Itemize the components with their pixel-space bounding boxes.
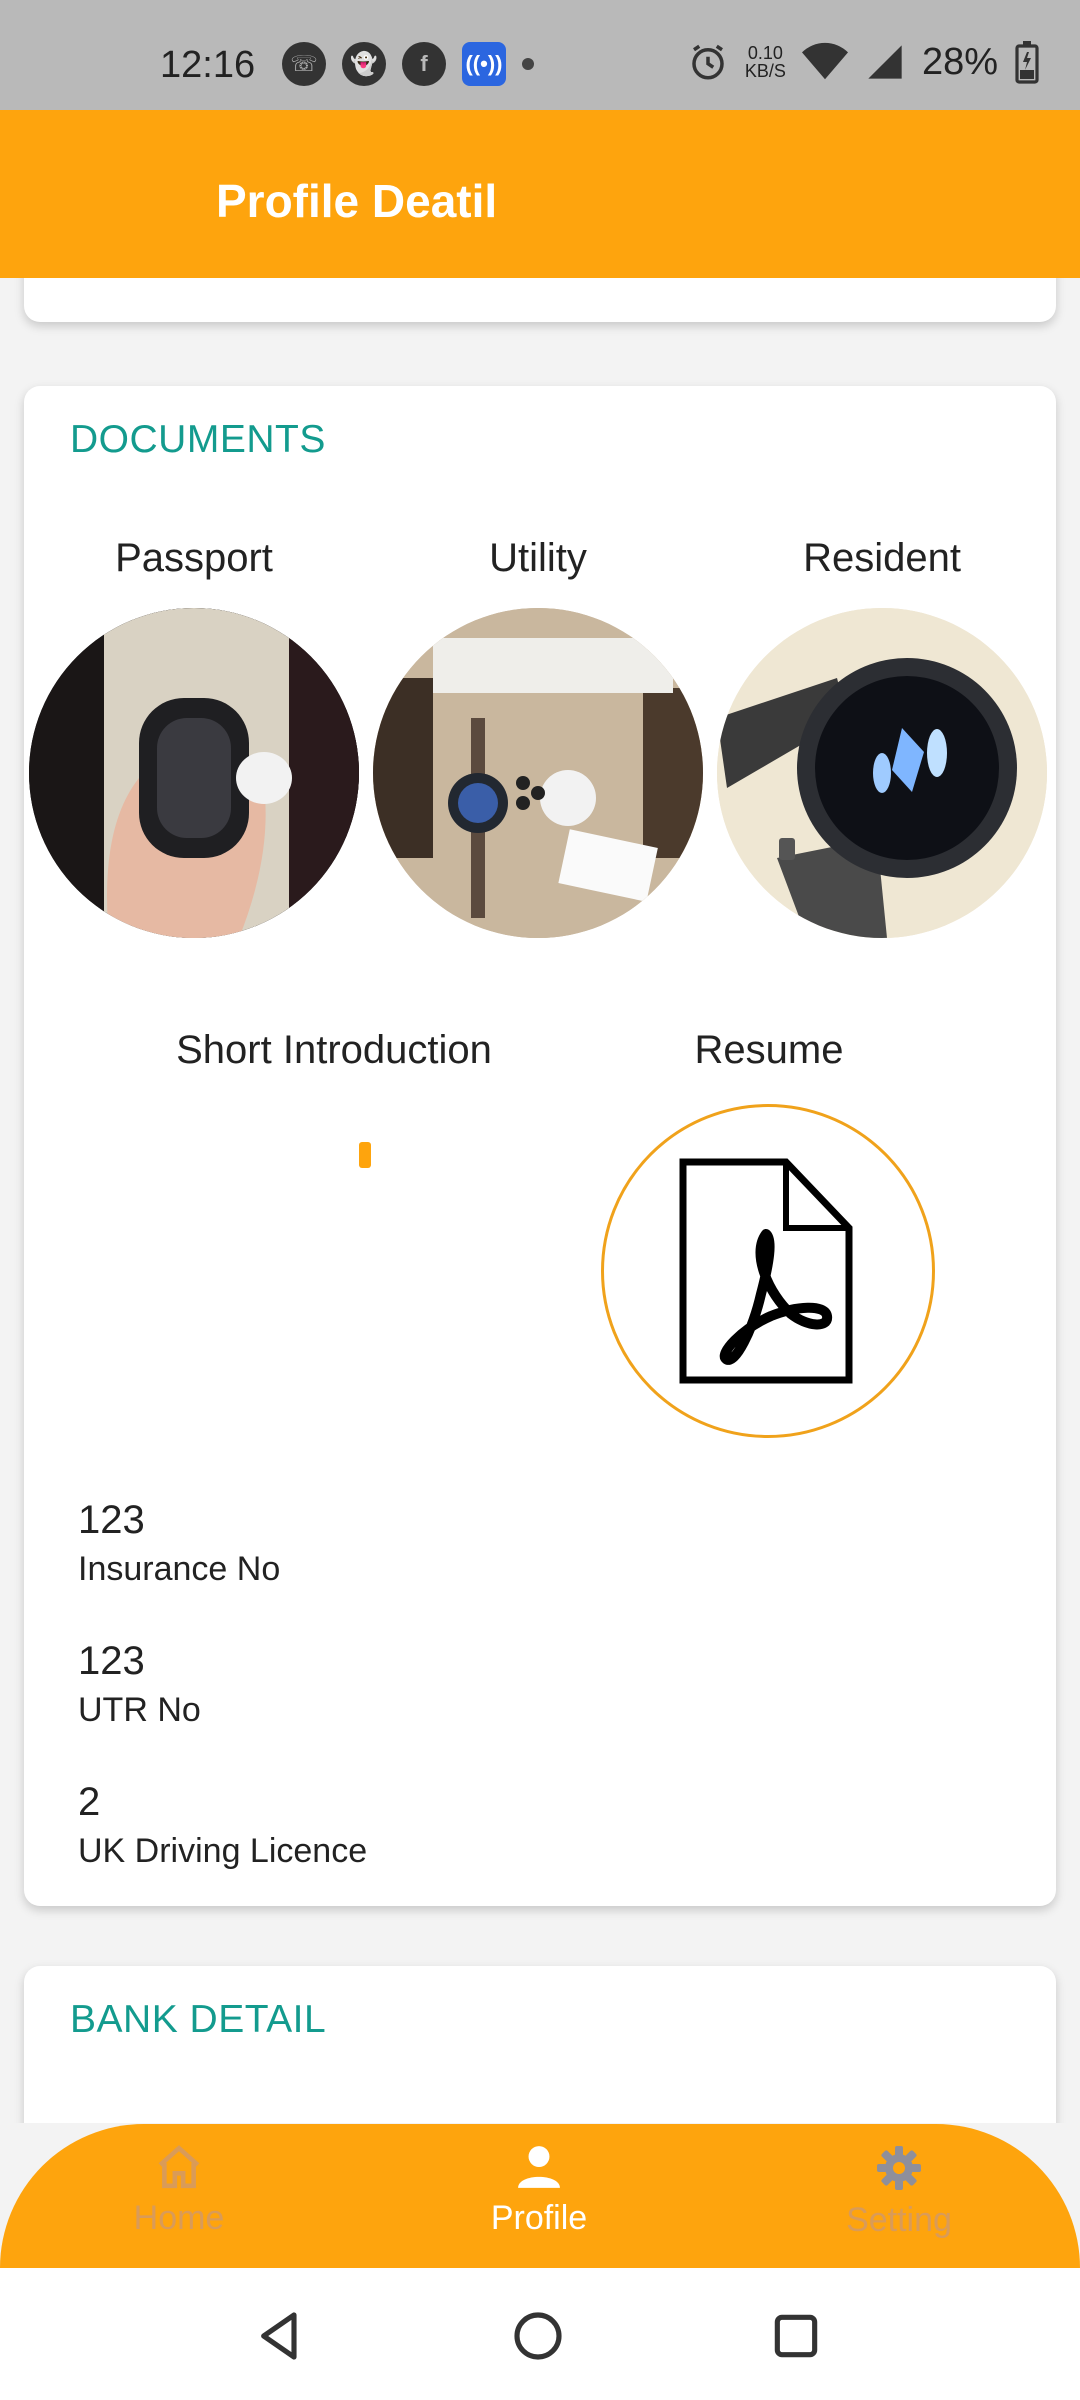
passport-image[interactable] (29, 608, 359, 938)
nav-profile-label: Profile (490, 2199, 588, 2237)
app-bar: Profile Deatil (0, 110, 1080, 278)
bank-detail-section-title: BANK DETAIL (70, 1998, 327, 2041)
recents-icon[interactable] (768, 2308, 824, 2364)
alarm-icon (692, 44, 724, 80)
net-speed-unit: KB/S (744, 61, 786, 81)
utr-no-value: 123 (78, 1639, 145, 1683)
passport-label: Passport (115, 536, 273, 580)
back-icon[interactable] (252, 2308, 308, 2364)
person-icon (518, 2146, 560, 2188)
battery-percent: 28% (921, 40, 998, 83)
pdf-file-icon (679, 1158, 853, 1384)
net-speed-value: 0.10 (747, 43, 783, 63)
screen: 12:16 ☏ 👻 f ((•)) 0.10 KB/S 28% Profile … (0, 0, 1080, 2400)
utility-image[interactable] (373, 608, 703, 938)
short-introduction-label: Short Introduction (176, 1028, 492, 1072)
page-title: Profile Deatil (216, 175, 498, 227)
insurance-no-label: Insurance No (78, 1550, 281, 1588)
insurance-no-value: 123 (78, 1498, 145, 1542)
driving-licence-label: UK Driving Licence (78, 1832, 368, 1870)
status-time: 12:16 (160, 44, 256, 86)
nav-setting[interactable]: Setting (799, 2144, 999, 2240)
passport-photo-graphic (29, 608, 359, 938)
gear-icon (877, 2146, 921, 2190)
utility-label: Utility (489, 536, 587, 580)
broadcast-icon: ((•)) (462, 42, 506, 86)
snapchat-icon: 👻 (342, 42, 386, 86)
nav-profile[interactable]: Profile (439, 2144, 639, 2238)
utility-photo-graphic (373, 608, 703, 938)
bottom-navigation: Home Profile Setting (0, 2124, 1080, 2268)
resident-photo-graphic (717, 608, 1047, 938)
home-icon (158, 2145, 200, 2189)
nav-setting-label: Setting (846, 2201, 952, 2239)
nav-home-label: Home (133, 2199, 225, 2237)
scroll-content[interactable]: DOCUMENTS Passport Utility Resident Shor… (0, 278, 1080, 2123)
loading-spinner (359, 1142, 371, 1168)
battery-charging-icon (1015, 41, 1039, 84)
nav-home[interactable]: Home (79, 2144, 279, 2238)
bank-detail-card: BANK DETAIL (24, 1966, 1056, 2123)
documents-section-title: DOCUMENTS (70, 418, 326, 461)
facebook-icon: f (402, 42, 446, 86)
resident-image[interactable] (717, 608, 1047, 938)
resume-pdf-button[interactable] (601, 1104, 935, 1438)
resident-label: Resident (803, 536, 961, 580)
resume-label: Resume (694, 1028, 844, 1072)
cellular-signal-icon (868, 45, 902, 79)
home-circle-icon[interactable] (510, 2308, 566, 2364)
more-notifications-dot-icon (522, 58, 534, 70)
system-navigation-bar (0, 2268, 1080, 2400)
utr-no-label: UTR No (78, 1691, 201, 1729)
whatsapp-icon: ☏ (282, 42, 326, 86)
driving-licence-value: 2 (78, 1780, 101, 1824)
notification-icons: ☏ 👻 f ((•)) (282, 42, 534, 86)
status-bar: 12:16 ☏ 👻 f ((•)) 0.10 KB/S 28% (0, 0, 1080, 110)
documents-card: DOCUMENTS Passport Utility Resident Shor… (24, 386, 1056, 1906)
wifi-icon (801, 42, 848, 80)
net-speed: 0.10 KB/S (745, 44, 786, 80)
status-right: 0.10 KB/S 28% (687, 40, 1040, 84)
previous-card (24, 278, 1056, 322)
